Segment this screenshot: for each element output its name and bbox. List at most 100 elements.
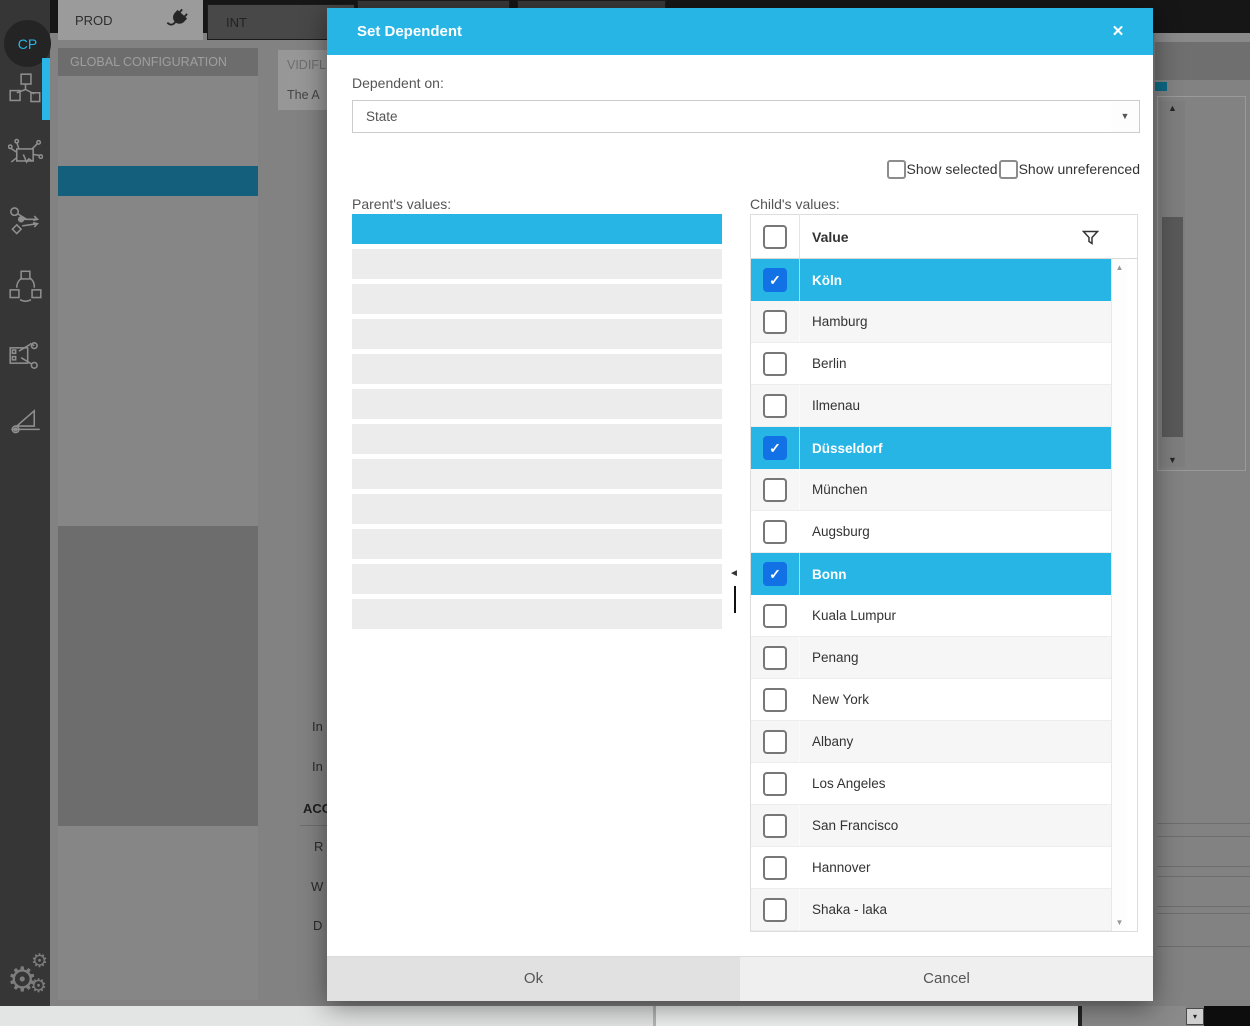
- ok-button[interactable]: Ok: [327, 957, 740, 1001]
- row-checkbox-cell[interactable]: [751, 511, 800, 552]
- sidebar-section[interactable]: [58, 701, 258, 726]
- row-checkbox[interactable]: [763, 394, 787, 418]
- scroll-up-icon[interactable]: ▲: [1160, 101, 1185, 115]
- row-checkbox[interactable]: [763, 478, 787, 502]
- child-value-row[interactable]: Bonn: [751, 553, 1111, 595]
- measure-tools-icon[interactable]: [8, 402, 43, 437]
- row-checkbox[interactable]: [763, 646, 787, 670]
- child-value-row[interactable]: Hamburg: [751, 301, 1111, 343]
- scroll-up-icon[interactable]: ▲: [1112, 263, 1127, 272]
- sidebar-item[interactable]: [58, 346, 258, 376]
- sidebar-section[interactable]: [58, 776, 258, 801]
- row-checkbox-cell[interactable]: [751, 343, 800, 384]
- sidebar-item[interactable]: [58, 436, 258, 466]
- show-unreferenced-checkbox[interactable]: [999, 160, 1018, 179]
- sidebar-section[interactable]: [58, 526, 258, 551]
- sidebar-item[interactable]: [58, 466, 258, 496]
- filter-funnel-icon[interactable]: [1082, 230, 1099, 250]
- media-edit-icon[interactable]: [8, 338, 43, 373]
- parent-value-item[interactable]: [352, 354, 722, 384]
- parent-value-item[interactable]: [352, 389, 722, 419]
- row-checkbox[interactable]: [763, 688, 787, 712]
- child-value-row[interactable]: Los Angeles: [751, 763, 1111, 805]
- row-checkbox-cell[interactable]: [751, 847, 800, 888]
- workflow-arrows-icon[interactable]: [8, 204, 43, 239]
- row-checkbox[interactable]: [763, 814, 787, 838]
- sidebar-item[interactable]: [58, 406, 258, 436]
- row-checkbox-cell[interactable]: [751, 637, 800, 678]
- sidebar-item[interactable]: [58, 286, 258, 316]
- sidebar-section[interactable]: [58, 751, 258, 776]
- row-checkbox[interactable]: [763, 436, 787, 460]
- sidebar-item[interactable]: [58, 76, 258, 106]
- child-value-row[interactable]: Penang: [751, 637, 1111, 679]
- row-checkbox-cell[interactable]: [751, 763, 800, 804]
- sidebar-section[interactable]: [58, 626, 258, 651]
- sidebar-item[interactable]: [58, 376, 258, 406]
- child-value-row[interactable]: Kuala Lumpur: [751, 595, 1111, 637]
- row-checkbox-cell[interactable]: [751, 427, 800, 469]
- row-checkbox[interactable]: [763, 310, 787, 334]
- parent-value-item[interactable]: [352, 319, 722, 349]
- parent-value-item[interactable]: [352, 529, 722, 559]
- collection-cycle-icon[interactable]: [8, 268, 43, 303]
- child-value-row[interactable]: New York: [751, 679, 1111, 721]
- parent-value-item[interactable]: [352, 249, 722, 279]
- dependent-on-dropdown[interactable]: State ▼: [352, 100, 1140, 133]
- row-checkbox[interactable]: [763, 604, 787, 628]
- child-value-row[interactable]: Düsseldorf: [751, 427, 1111, 469]
- scroll-down-icon[interactable]: ▼: [1112, 918, 1127, 927]
- parent-value-item[interactable]: [352, 564, 722, 594]
- splitter-arrow-icon[interactable]: ◄: [729, 568, 739, 579]
- sidebar-section-header[interactable]: GLOBAL CONFIGURATION: [58, 48, 258, 76]
- sidebar-item[interactable]: [58, 226, 258, 256]
- parent-value-item[interactable]: [352, 494, 722, 524]
- sidebar-item[interactable]: [58, 196, 258, 226]
- row-checkbox-cell[interactable]: [751, 805, 800, 846]
- child-value-row[interactable]: San Francisco: [751, 805, 1111, 847]
- row-checkbox-cell[interactable]: [751, 259, 800, 301]
- cancel-button[interactable]: Cancel: [740, 957, 1153, 1001]
- row-checkbox-cell[interactable]: [751, 595, 800, 636]
- row-checkbox[interactable]: [763, 520, 787, 544]
- child-value-row[interactable]: Hannover: [751, 847, 1111, 889]
- row-checkbox-cell[interactable]: [751, 889, 800, 930]
- child-value-row[interactable]: Berlin: [751, 343, 1111, 385]
- parent-value-item[interactable]: [352, 424, 722, 454]
- scroll-down-icon[interactable]: ▼: [1160, 453, 1185, 467]
- sidebar-item[interactable]: [58, 256, 258, 286]
- process-machine-icon[interactable]: [8, 138, 43, 173]
- child-value-row[interactable]: Albany: [751, 721, 1111, 763]
- assets-cubes-icon[interactable]: [8, 72, 43, 107]
- parent-value-item[interactable]: [352, 459, 722, 489]
- child-value-row[interactable]: Augsburg: [751, 511, 1111, 553]
- row-checkbox-cell[interactable]: [751, 553, 800, 595]
- child-value-row[interactable]: Köln: [751, 259, 1111, 301]
- parent-value-item[interactable]: [352, 214, 722, 244]
- sidebar-item[interactable]: [58, 166, 258, 196]
- row-checkbox[interactable]: [763, 730, 787, 754]
- sidebar-section[interactable]: [58, 551, 258, 576]
- sidebar-section[interactable]: [58, 676, 258, 701]
- table-scrollbar[interactable]: ▲ ▼: [1111, 259, 1127, 931]
- row-checkbox[interactable]: [763, 856, 787, 880]
- sidebar-item[interactable]: [58, 496, 258, 526]
- row-checkbox[interactable]: [763, 268, 787, 292]
- sidebar-section[interactable]: [58, 651, 258, 676]
- settings-gears-icon[interactable]: ⚙ ⚙ ⚙: [5, 948, 50, 1000]
- row-checkbox-cell[interactable]: [751, 301, 800, 342]
- row-checkbox[interactable]: [763, 352, 787, 376]
- sidebar-item[interactable]: [58, 106, 258, 136]
- child-value-row[interactable]: Ilmenau: [751, 385, 1111, 427]
- row-checkbox[interactable]: [763, 772, 787, 796]
- tab-prod[interactable]: PROD: [58, 0, 203, 40]
- parent-value-item[interactable]: [352, 284, 722, 314]
- select-all-cell[interactable]: [751, 215, 800, 258]
- row-checkbox-cell[interactable]: [751, 385, 800, 426]
- close-icon[interactable]: ✕: [1103, 8, 1133, 55]
- bottom-filter-button[interactable]: ▾: [1186, 1008, 1204, 1025]
- sidebar-section[interactable]: [58, 726, 258, 751]
- sidebar-section[interactable]: [58, 576, 258, 601]
- parent-value-item[interactable]: [352, 599, 722, 629]
- sidebar-item[interactable]: [58, 136, 258, 166]
